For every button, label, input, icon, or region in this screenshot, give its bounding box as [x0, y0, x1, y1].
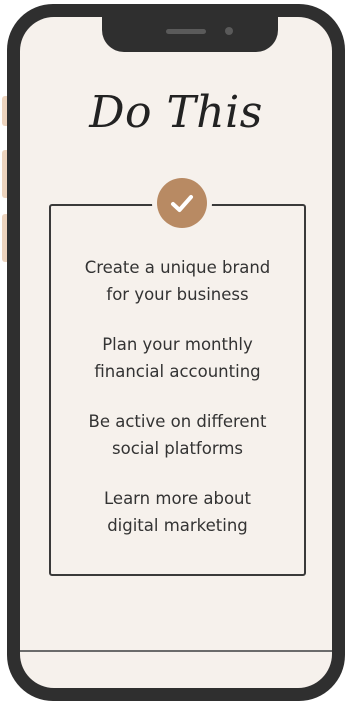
list-item-line: financial accounting [94, 362, 261, 381]
list-item-line: Plan your monthly [102, 335, 253, 354]
camera-icon [225, 27, 233, 35]
list-item-line: Be active on different [88, 412, 267, 431]
phone-frame: Do This Create a unique brand for your b… [7, 4, 345, 701]
phone-notch [102, 17, 278, 52]
speaker-grille [166, 29, 206, 34]
list-item: Be active on different social platforms [51, 408, 304, 462]
checklist-card: Create a unique brand for your business … [49, 204, 306, 576]
page-title: Do This [89, 87, 263, 138]
list-item-line: Learn more about [104, 489, 251, 508]
list-item-line: Create a unique brand [84, 258, 271, 277]
list-item: Create a unique brand for your business [51, 254, 304, 308]
home-divider [20, 650, 332, 652]
phone-mockup-scene: Do This Create a unique brand for your b… [0, 0, 351, 706]
list-item-line: digital marketing [107, 516, 248, 535]
checklist: Create a unique brand for your business … [51, 254, 304, 562]
list-item: Plan your monthly financial accounting [51, 331, 304, 385]
checkmark-badge [157, 178, 207, 228]
phone-screen: Do This Create a unique brand for your b… [20, 17, 332, 688]
list-item-line: social platforms [112, 439, 243, 458]
list-item: Learn more about digital marketing [51, 485, 304, 539]
checkmark-icon [171, 195, 193, 212]
list-item-line: for your business [106, 285, 249, 304]
